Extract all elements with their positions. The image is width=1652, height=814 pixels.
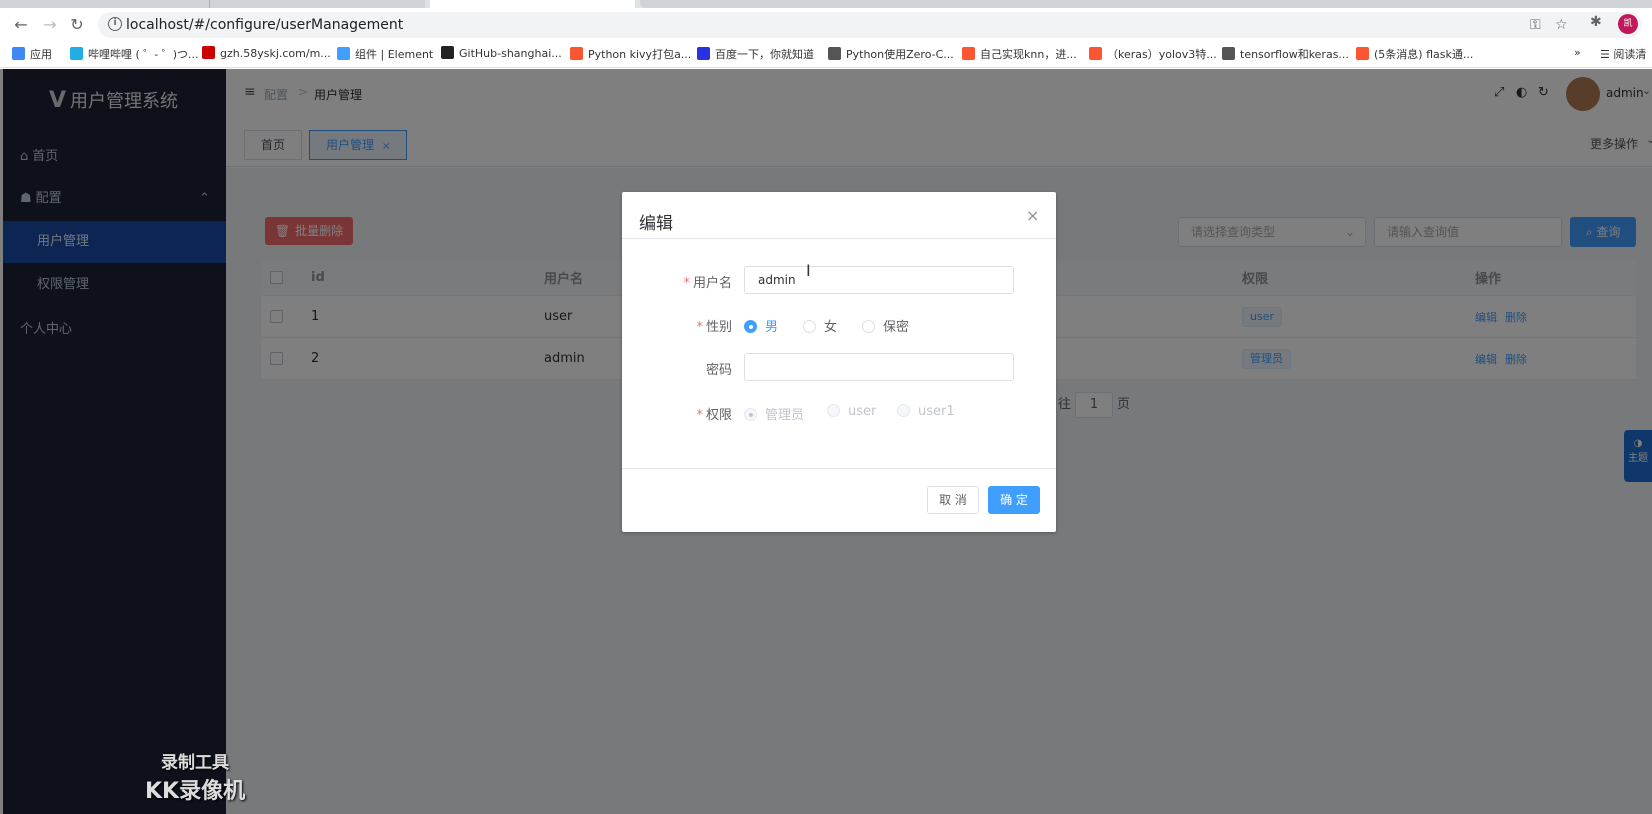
bookmarks-overflow-icon[interactable]: » [1574, 46, 1581, 59]
password-input[interactable] [744, 353, 1014, 381]
dialog-header-divider [622, 238, 1056, 239]
bookmark-item[interactable]: tensorflow和keras... [1222, 46, 1349, 62]
edit-dialog: 编辑 × * 用户名 admin I * 性别 男 女 保密 密码 * 权限 管理员 … [622, 192, 1056, 532]
bookmark-favicon-icon [441, 46, 454, 59]
bookmark-item[interactable]: 组件 | Element [337, 46, 433, 62]
reload-icon[interactable]: ↻ [66, 14, 88, 36]
bookmark-item[interactable]: gzh.58yskj.com/m... [202, 46, 331, 60]
cancel-button[interactable]: 取 消 [927, 486, 979, 514]
browser-tab[interactable] [640, 0, 1652, 8]
role-radio-admin[interactable]: 管理员 [744, 404, 804, 423]
bookmark-favicon-icon [697, 47, 710, 60]
key-icon[interactable]: ⚿ [1530, 17, 1541, 33]
bookmark-item[interactable]: Python kivy打包a... [570, 46, 691, 62]
url-text: localhost/#/configure/userManagement [126, 17, 404, 33]
bookmark-favicon-icon [1356, 47, 1369, 60]
bookmarks-bar: 应用 哔哩哔哩 ( ゜- ゜)つ... gzh.58yskj.com/m... 组件 … [0, 40, 1652, 68]
confirm-button[interactable]: 确 定 [988, 486, 1040, 514]
bookmark-item[interactable]: 百度一下，你就知道 [697, 46, 814, 62]
close-icon[interactable]: × [1026, 206, 1039, 225]
profile-avatar-icon[interactable]: 凯 [1618, 14, 1638, 34]
bookmark-item[interactable]: 应用 [12, 46, 52, 62]
gender-radio-secret[interactable]: 保密 [862, 316, 909, 335]
gender-radio-female[interactable]: 女 [803, 316, 837, 335]
bookmark-favicon-icon [337, 47, 350, 60]
text-cursor-icon: I [806, 261, 811, 280]
browser-tab[interactable] [210, 0, 425, 8]
bookmark-item[interactable]: Python使用Zero-C... [828, 46, 954, 62]
bookmark-item[interactable]: GitHub-shanghai... [441, 46, 562, 60]
role-label: * 权限 [696, 408, 732, 423]
bookmark-favicon-icon [12, 47, 25, 60]
bookmark-item[interactable]: 哔哩哔哩 ( ゜- ゜)つ... [70, 46, 199, 62]
extensions-icon[interactable]: ✱ [1590, 14, 1602, 30]
star-icon[interactable]: ☆ [1555, 17, 1568, 33]
username-input[interactable]: admin [744, 266, 1014, 294]
bookmark-favicon-icon [1222, 47, 1235, 60]
role-radio-user[interactable]: user [827, 404, 876, 419]
gender-radio-male[interactable]: 男 [744, 316, 778, 335]
forward-icon[interactable]: → [39, 14, 61, 36]
bookmark-favicon-icon [1089, 47, 1102, 60]
browser-tab[interactable] [0, 0, 210, 8]
gender-label: * 性别 [696, 320, 732, 335]
dialog-title: 编辑 [639, 214, 673, 234]
bookmark-favicon-icon [962, 47, 975, 60]
bookmark-favicon-icon [70, 47, 83, 60]
password-label: 密码 [705, 363, 732, 378]
site-info-icon[interactable]: i [108, 17, 122, 31]
role-radio-user1[interactable]: user1 [897, 404, 955, 419]
browser-toolbar: ← → ↻ i localhost/#/configure/userManage… [0, 8, 1652, 40]
bookmark-favicon-icon [202, 46, 215, 59]
reading-list-button[interactable]: ☰ 阅读清 [1600, 46, 1646, 62]
bookmark-item[interactable]: （keras）yolov3特... [1089, 46, 1217, 62]
browser-tabstrip [0, 0, 1652, 8]
recorder-watermark: 录制工具 KK录像机 [145, 753, 246, 804]
bookmark-item[interactable]: (5条消息) flask通... [1356, 46, 1473, 62]
bookmark-favicon-icon [570, 47, 583, 60]
bookmark-item[interactable]: 自己实现knn，进... [962, 46, 1077, 62]
reading-list-icon: ☰ [1600, 48, 1614, 61]
browser-tab-active[interactable] [430, 0, 635, 8]
dialog-footer-divider [622, 468, 1056, 469]
back-icon[interactable]: ← [10, 14, 32, 36]
bookmark-favicon-icon [828, 47, 841, 60]
username-label: * 用户名 [683, 276, 732, 291]
address-bar[interactable]: i localhost/#/configure/userManagement ⚿… [98, 12, 1642, 38]
